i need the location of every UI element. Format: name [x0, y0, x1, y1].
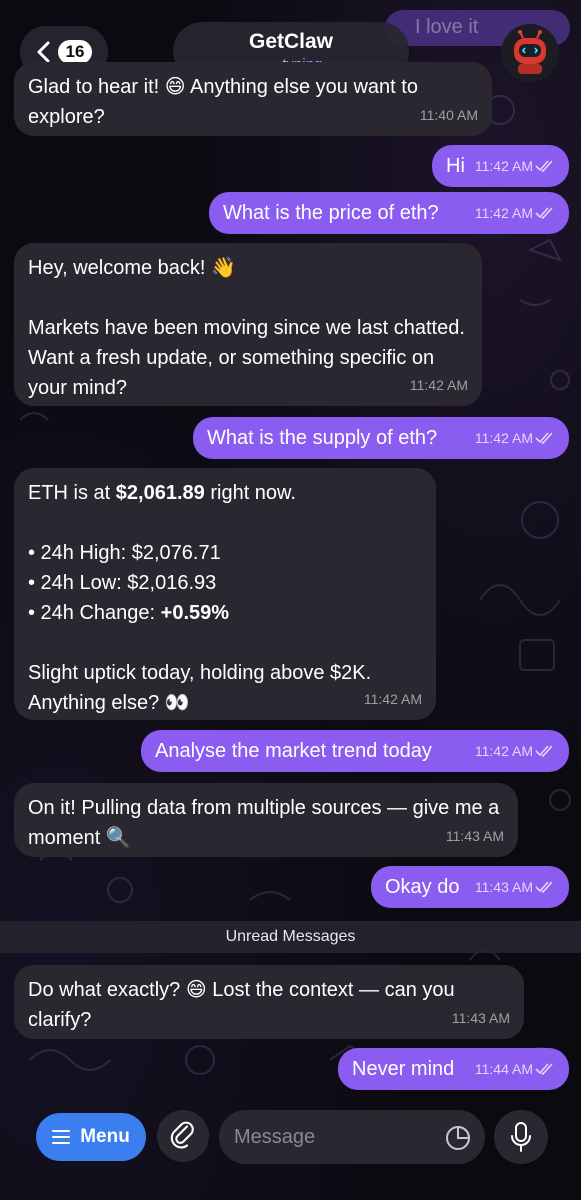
ghost-message-text: I love it	[415, 16, 479, 38]
message-incoming[interactable]: On it! Pulling data from multiple source…	[14, 783, 518, 857]
message-outgoing[interactable]: Hi 11:42 AM	[432, 145, 569, 187]
message-time: 11:43 AM	[445, 828, 504, 844]
message-meta: 11:44 AM	[475, 1054, 555, 1084]
hamburger-icon	[52, 1130, 71, 1144]
message-incoming[interactable]: Hey, welcome back! 👋 Markets have been m…	[14, 243, 482, 406]
microphone-button[interactable]	[494, 1110, 548, 1164]
eth-change-line: • 24h Change: +0.59%	[28, 598, 422, 628]
chevron-left-icon	[37, 41, 50, 63]
microphone-icon	[511, 1122, 531, 1152]
message-incoming-eth-price[interactable]: ETH is at $2,061.89 right now. • 24h Hig…	[14, 468, 436, 720]
message-incoming[interactable]: Glad to hear it! 😄 Anything else you wan…	[14, 62, 492, 136]
message-time: 11:42 AM	[474, 430, 533, 446]
message-meta: 11:42 AM	[475, 151, 555, 181]
message-meta: 11:42 AM	[475, 198, 555, 228]
message-outgoing[interactable]: What is the supply of eth? 11:42 AM	[193, 417, 569, 459]
message-outgoing[interactable]: Okay do 11:43 AM	[371, 866, 569, 908]
message-time: 11:42 AM	[363, 691, 422, 707]
message-outgoing[interactable]: What is the price of eth? 11:42 AM	[209, 192, 569, 234]
message-time: 11:42 AM	[474, 205, 533, 221]
eth-change-value: +0.59%	[160, 602, 230, 624]
sticker-icon[interactable]	[444, 1124, 472, 1152]
message-time: 11:40 AM	[419, 107, 478, 123]
eth-high-line: • 24h High: $2,076.71	[28, 542, 221, 564]
message-text: Do what exactly? 😄 Lost the context — ca…	[28, 979, 455, 1031]
message-outgoing[interactable]: Analyse the market trend today 11:42 AM	[141, 730, 569, 772]
message-time: 11:43 AM	[451, 1010, 510, 1026]
eth-price-prefix: ETH is at	[28, 482, 116, 504]
eth-price-value: $2,061.89	[115, 482, 205, 504]
chat-name: GetClaw	[248, 30, 334, 53]
menu-button[interactable]: Menu	[36, 1113, 146, 1161]
eth-low-line: • 24h Low: $2,016.93	[28, 572, 217, 594]
paperclip-icon	[170, 1121, 194, 1149]
double-check-icon	[535, 432, 553, 444]
message-incoming[interactable]: Do what exactly? 😄 Lost the context — ca…	[14, 965, 524, 1039]
eth-change-prefix: • 24h Change:	[28, 602, 161, 624]
message-text: Glad to hear it! 😄 Anything else you wan…	[28, 76, 418, 128]
double-check-icon	[535, 745, 553, 757]
message-outgoing[interactable]: Never mind 11:44 AM	[338, 1048, 569, 1090]
unread-count-badge: 16	[57, 40, 93, 64]
robot-avatar-icon	[501, 24, 559, 82]
message-time: 11:42 AM	[474, 158, 533, 174]
eth-price-suffix: right now.	[204, 482, 296, 504]
message-text: On it! Pulling data from multiple source…	[28, 797, 500, 849]
message-meta: 11:42 AM	[475, 736, 555, 766]
double-check-icon	[535, 207, 553, 219]
message-time: 11:42 AM	[474, 743, 533, 759]
message-meta: 11:43 AM	[475, 872, 555, 902]
message-time: 11:42 AM	[409, 377, 468, 393]
eth-price-line: ETH is at $2,061.89 right now.	[28, 478, 422, 508]
message-meta: 11:42 AM	[475, 423, 555, 453]
double-check-icon	[535, 1063, 553, 1075]
message-time: 11:43 AM	[474, 879, 533, 895]
message-text: Hey, welcome back! 👋 Markets have been m…	[28, 257, 465, 399]
menu-button-label: Menu	[80, 1126, 130, 1147]
unread-messages-divider: Unread Messages	[0, 921, 581, 953]
message-time: 11:44 AM	[474, 1061, 533, 1077]
attach-button[interactable]	[157, 1110, 209, 1162]
double-check-icon	[535, 881, 553, 893]
bot-avatar[interactable]	[501, 24, 559, 82]
double-check-icon	[535, 160, 553, 172]
